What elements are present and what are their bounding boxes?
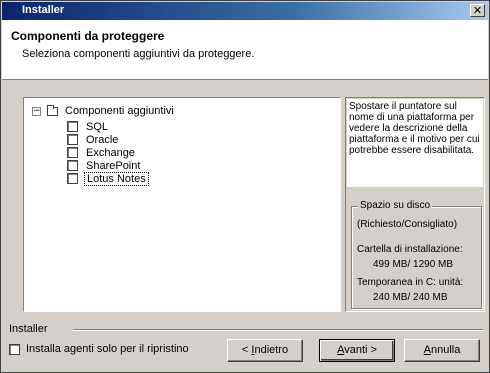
page-subtitle: Seleziona componenti aggiuntivi da prote… <box>22 48 255 60</box>
checkbox-lotus-notes[interactable] <box>67 173 78 184</box>
platform-description: Spostare il puntatore sul nome di una pi… <box>347 99 483 187</box>
component-label: SQL <box>86 120 109 133</box>
folder-icon <box>47 104 58 116</box>
checkbox-oracle[interactable] <box>67 134 78 145</box>
component-sharepoint[interactable]: SharePoint <box>67 159 149 172</box>
component-lotus-notes[interactable]: Lotus Notes <box>67 171 149 186</box>
disk-space-columns: (Richiesto/Consigliato) <box>357 219 458 230</box>
tree-root-addons[interactable]: − Componenti aggiuntivi <box>32 104 174 118</box>
cancel-label: nnulla <box>430 344 461 356</box>
restore-only-checkbox[interactable] <box>9 343 20 355</box>
component-sql[interactable]: SQL <box>67 120 149 133</box>
tree-root-label: Componenti aggiuntivi <box>65 105 174 117</box>
disk-space-group: Spazio su disco (Richiesto/Consigliato) … <box>351 200 482 309</box>
footer-group-label: Installer <box>9 323 48 335</box>
next-label: vanti > <box>344 344 377 356</box>
component-oracle[interactable]: Oracle <box>67 133 149 146</box>
back-label: ndietro <box>254 344 289 356</box>
disk-space-legend: Spazio su disco <box>358 200 433 211</box>
back-button[interactable]: < Indietro <box>227 339 303 362</box>
components-tree: − Componenti aggiuntivi SQL Oracle Excha… <box>23 97 341 312</box>
temp-label: Temporanea in C: unità: <box>357 277 464 288</box>
next-button[interactable]: Avanti > <box>319 339 395 362</box>
footer-divider <box>73 329 483 331</box>
description-panel: Spostare il puntatore sul nome di una pi… <box>345 97 485 312</box>
window-title: Installer <box>22 4 65 16</box>
checkbox-sql[interactable] <box>67 121 78 132</box>
checkbox-exchange[interactable] <box>67 147 78 158</box>
component-label: Exchange <box>86 146 135 159</box>
component-list: SQL Oracle Exchange SharePoint Lotus Not… <box>67 120 149 186</box>
cancel-accel: A <box>423 344 431 356</box>
close-icon: ✕ <box>472 4 483 17</box>
cancel-button[interactable]: Annulla <box>404 339 480 362</box>
title-bar: Installer ✕ <box>2 2 488 20</box>
wizard-header: Componenti da proteggere Seleziona compo… <box>2 20 488 80</box>
temp-value: 240 MB/ 240 MB <box>373 292 448 303</box>
checkbox-sharepoint[interactable] <box>67 160 78 171</box>
restore-only-label: Installa agenti solo per il ripristino <box>26 343 189 355</box>
page-title: Componenti da proteggere <box>11 29 165 43</box>
component-label: SharePoint <box>86 159 141 172</box>
install-folder-label: Cartella di installazione: <box>357 244 463 255</box>
component-label: Oracle <box>86 133 119 146</box>
component-exchange[interactable]: Exchange <box>67 146 149 159</box>
install-folder-value: 499 MB/ 1290 MB <box>373 259 454 270</box>
back-prefix: < <box>241 344 252 356</box>
installer-window: Installer ✕ Componenti da proteggere Sel… <box>0 0 490 373</box>
restore-only-option[interactable]: Installa agenti solo per il ripristino <box>9 343 189 355</box>
close-button[interactable]: ✕ <box>470 4 485 17</box>
collapse-icon[interactable]: − <box>32 106 41 116</box>
component-label: Lotus Notes <box>84 171 149 186</box>
